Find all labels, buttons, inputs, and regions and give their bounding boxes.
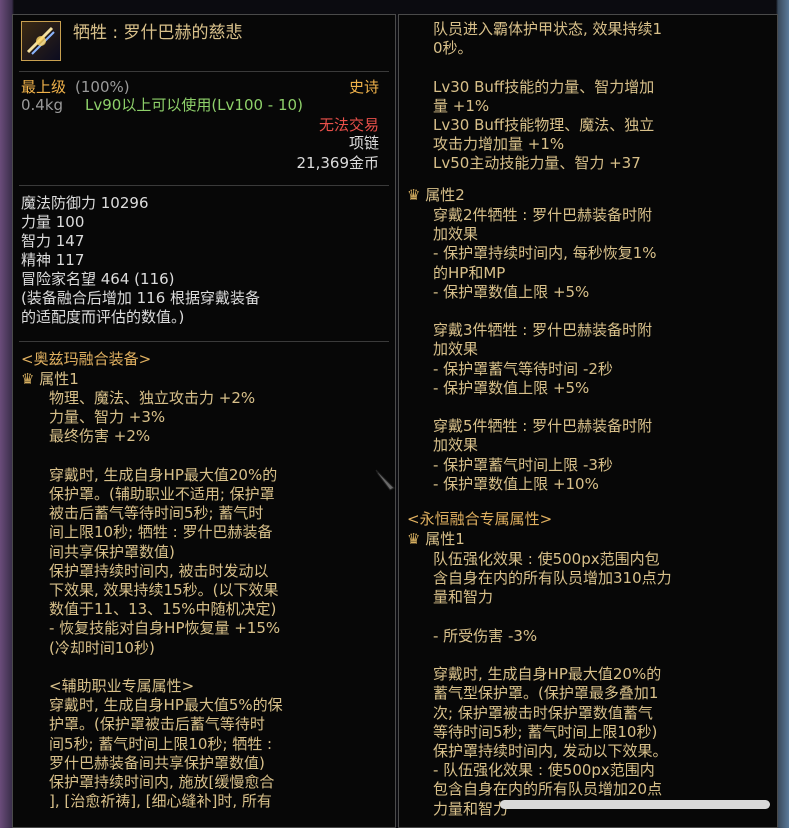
text-line: 的HP和MP [433,263,506,282]
divider [19,341,389,342]
text-line: 下效果, 效果持续15秒。(以下效果 [49,581,279,599]
text-line: - 保护罩蓄气等待时间 -2秒 [433,359,613,378]
stat-line: 冒险家名望 464 (116) [21,270,175,288]
attribute-label: ♛ 属性2 [407,186,465,204]
text-line: 穿戴时, 生成自身HP最大值20%的 [49,465,278,484]
item-tooltip-continued: 队员进入霸体护甲状态, 效果持续1 0秒。 Lv30 Buff技能的力量、智力增加量… [398,14,778,828]
trade-status: 无法交易 [318,116,379,134]
text-line: 保护罩持续时间内, 发动以下效果。 [433,742,668,760]
stat-line: 智力 147 [21,232,85,250]
text-line: 蓄气型保护罩。(保护罩最多叠加1 [433,684,659,703]
item-price: 21,369金币 [296,154,380,172]
crown-icon: ♛ [21,370,35,388]
text-line: 力量、智力 +3% [49,408,166,427]
stat-line: 的适配度而评估的数值。) [21,308,185,326]
text-line: ], [治愈祈祷], [细心缝补]时, 所有 [49,792,272,811]
text-line: - 所受伤害 -3% [433,626,538,645]
text-line: 被击后蓄气等待时间5秒; 蓄气时 [49,504,264,523]
text-line: 最终伤害 +2% [49,427,151,446]
text-line: 队伍强化效果 : 使500px范围内包 [433,550,660,568]
text-line: - 保护罩数值上限 +5% [433,282,590,301]
text-line: - 保护罩数值上限 +10% [433,474,599,493]
fusion-section-header: <奥兹玛融合装备> [21,350,152,368]
eternal-section-header: <永恒融合专属属性> [407,510,553,528]
text-line: 攻击力增加量 +1% [433,135,565,154]
text-line: 穿戴5件牺牲 : 罗什巴赫装备时附 [433,417,653,436]
text-line: 物理、魔法、独立攻击力 +2% [49,389,256,407]
item-title: 牺牲 : 罗什巴赫的慈悲 [73,23,243,43]
stat-line: 魔法防御力 10296 [21,194,149,212]
text-line: 穿戴时, 生成自身HP最大值5%的保 [49,696,283,715]
attribute-label: ♛ 属性1 [407,530,465,548]
scrollbar[interactable] [500,800,770,809]
text-line: - 保护罩蓄气时间上限 -3秒 [433,455,613,474]
stat-line: 力量 100 [21,213,85,231]
item-rarity: 史诗 [348,78,379,96]
divider [19,71,389,72]
attribute-label: ♛ 属性1 [21,370,79,388]
text-line: 0秒。 [433,39,473,58]
text-line: 量和智力 [433,588,494,607]
text-line: (冷却时间10秒) [49,638,155,657]
text-line: - 保护罩数值上限 +5% [433,378,590,397]
text-line: 加效果 [433,436,479,455]
text-line: 穿戴时, 生成自身HP最大值20%的 [433,665,662,684]
stat-line: 精神 117 [21,251,85,269]
item-tooltip-main: 牺牲 : 罗什巴赫的慈悲 最上级 (100%) 史诗 0.4kg Lv90以上可… [12,14,396,828]
text-line: <辅助职业专属属性> [49,677,195,695]
text-line: 包含自身在内的所有队员增加20点 [433,780,663,799]
text-line: 次; 保护罩被击时保护罩数值蓄气 [433,703,653,722]
text-line: 保护罩。(辅助职业不适用; 保护罩 [49,485,275,503]
text-line: Lv30 Buff技能物理、魔法、独立 [433,116,655,134]
item-grade: 最上级 [21,78,67,96]
item-grade-percent: (100%) [75,78,130,96]
text-line: 间上限10秒; 牺牲 : 罗什巴赫装备 [49,523,273,542]
crown-icon: ♛ [407,530,421,548]
text-line: 罗什巴赫装备间共享保护罩数值) [49,753,265,772]
crown-icon: ♛ [407,186,421,204]
text-line: 间共享保护罩数值) [49,542,175,561]
text-line: 保护罩持续时间内, 施放[缓慢愈合 [49,773,275,791]
text-line: 队员进入霸体护甲状态, 效果持续1 [433,20,663,38]
stat-line: (装备融合后增加 116 根据穿戴装备 [21,289,261,307]
text-line: 加效果 [433,225,479,244]
text-line: 穿戴3件牺牲 : 罗什巴赫装备时附 [433,321,653,340]
text-line: 护罩。(保护罩被击后蓄气等待时 [49,715,265,734]
text-line: 加效果 [433,340,479,359]
item-weight: 0.4kg [21,96,64,114]
divider [19,185,389,186]
level-requirement: Lv90以上可以使用(Lv100 - 10) [85,96,303,114]
text-line: 数值于11、13、15%中随机决定) [49,600,277,619]
text-line: Lv50主动技能力量、智力 +37 [433,154,641,173]
text-line: 穿戴2件牺牲 : 罗什巴赫装备时附 [433,206,653,224]
text-line: 保护罩持续时间内, 被击时发动以 [49,561,269,580]
mouse-cursor-icon [374,468,398,496]
text-line: Lv30 Buff技能的力量、智力增加 [433,77,655,96]
text-line: 等待时间5秒; 蓄气时间上限10秒) [433,722,658,741]
text-line: 量 +1% [433,96,490,115]
item-slot: 项链 [348,134,379,152]
text-line: - 恢复技能对自身HP恢复量 +15% [49,619,281,638]
text-line: 间5秒; 蓄气时间上限10秒; 牺牲 : [49,734,273,753]
text-line: - 队伍强化效果 : 使500px范围内 [433,761,655,780]
necklace-item-icon [21,21,61,61]
text-line: 力量和智力 [433,799,509,818]
text-line: - 保护罩持续时间内, 每秒恢复1% [433,244,657,263]
text-line: 含自身在内的所有队员增加310点力 [433,569,672,588]
